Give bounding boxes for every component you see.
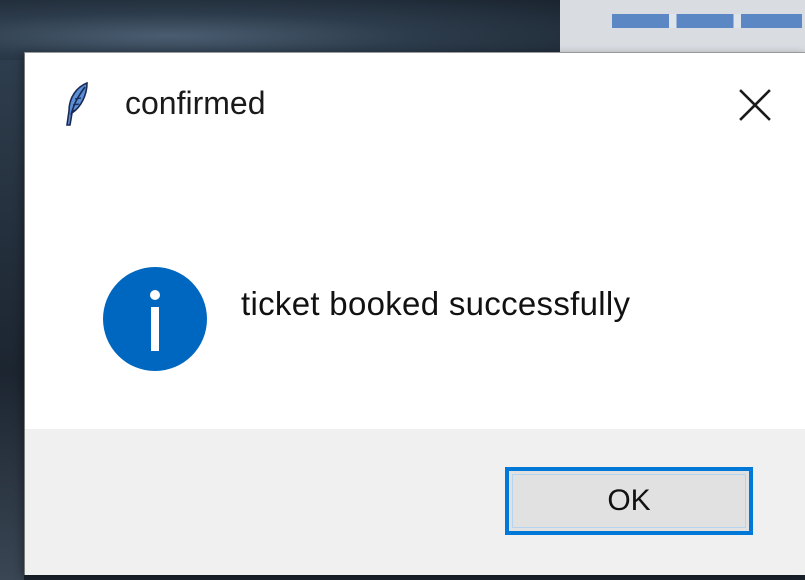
ok-button[interactable]: OK [505, 467, 753, 535]
feather-icon [63, 81, 91, 127]
info-icon [101, 265, 209, 373]
background-left-strip [0, 60, 24, 580]
message-dialog: confirmed ticket booked successfully OK [24, 52, 805, 575]
background-window [560, 0, 805, 60]
dialog-content: ticket booked successfully [25, 157, 805, 429]
dialog-titlebar[interactable]: confirmed [25, 53, 805, 157]
ok-button-label: OK [607, 484, 651, 517]
dialog-footer: OK [25, 429, 805, 575]
close-button[interactable] [725, 77, 785, 133]
dialog-title: confirmed [125, 85, 266, 121]
background-photo [0, 0, 560, 60]
close-icon [738, 88, 772, 122]
dialog-message: ticket booked successfully [241, 285, 631, 322]
